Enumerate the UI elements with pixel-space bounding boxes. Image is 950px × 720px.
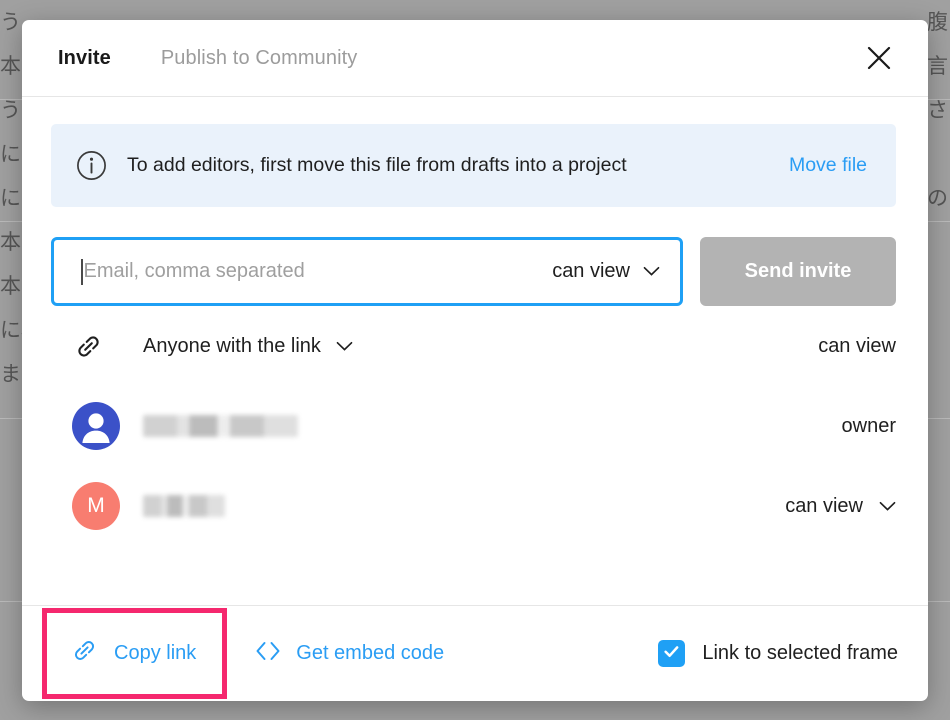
link-permission-value: can view: [818, 334, 896, 357]
link-icon: [72, 330, 118, 363]
close-icon: [866, 45, 892, 71]
info-icon: [76, 150, 107, 181]
close-button[interactable]: [862, 41, 896, 75]
link-access-dropdown[interactable]: Anyone with the link: [143, 335, 353, 358]
frame-checkbox[interactable]: [658, 640, 686, 667]
person-avatar-icon: [72, 402, 120, 450]
copy-link-button[interactable]: Copy link: [69, 635, 196, 672]
tab-publish-to-community[interactable]: Publish to Community: [161, 47, 358, 70]
code-brackets-icon: [254, 640, 282, 668]
share-row-anyone-with-link: Anyone with the link can view: [51, 306, 896, 386]
dialog-body: To add editors, first move this file fro…: [22, 97, 928, 605]
member-permission-value: can view: [785, 494, 863, 517]
member-name-redacted: [143, 495, 225, 517]
initial-avatar: M: [72, 482, 120, 530]
link-icon: [69, 635, 100, 672]
owner-permission-value: owner: [841, 414, 896, 437]
get-embed-code-button[interactable]: Get embed code: [254, 640, 444, 668]
owner-name-redacted: [143, 415, 298, 437]
share-dialog: Invite Publish to Community To add edito…: [22, 20, 928, 701]
copy-link-label: Copy link: [114, 642, 197, 664]
chevron-down-icon: [336, 335, 353, 358]
copy-link-highlight: Copy link: [42, 608, 228, 699]
tab-invite[interactable]: Invite: [58, 47, 111, 70]
invite-permission-value: can view: [552, 260, 630, 282]
chevron-down-icon: [643, 260, 660, 283]
send-invite-button[interactable]: Send invite: [700, 237, 896, 306]
backdrop-text-left: う 本え う に口 にい 本 本自 に、 ま: [0, 10, 42, 386]
chevron-down-icon: [879, 495, 896, 518]
info-banner: To add editors, first move this file fro…: [51, 124, 896, 207]
info-banner-text: To add editors, first move this file fro…: [127, 154, 627, 176]
email-input[interactable]: Email, comma separated can view: [51, 237, 683, 306]
share-row-owner: owner: [51, 386, 896, 466]
link-access-label: Anyone with the link: [143, 334, 321, 357]
invite-row: Email, comma separated can view Send inv…: [51, 237, 896, 306]
check-icon: [662, 642, 681, 666]
avatar-initial: M: [87, 494, 105, 517]
frame-checkbox-label: Link to selected frame: [702, 642, 898, 664]
email-input-placeholder: Email, comma separated: [83, 260, 305, 282]
text-caret: [81, 258, 83, 285]
dialog-footer: Copy link Get embed code Link to selecte…: [22, 605, 928, 701]
get-embed-code-label: Get embed code: [296, 642, 445, 664]
move-file-link[interactable]: Move file: [789, 154, 867, 177]
link-to-selected-frame-toggle[interactable]: Link to selected frame: [658, 640, 898, 667]
member-permission-dropdown[interactable]: can view: [785, 495, 896, 518]
share-row-member: M can view: [51, 466, 896, 546]
invite-permission-dropdown[interactable]: can view: [552, 260, 660, 283]
dialog-header: Invite Publish to Community: [22, 20, 928, 97]
